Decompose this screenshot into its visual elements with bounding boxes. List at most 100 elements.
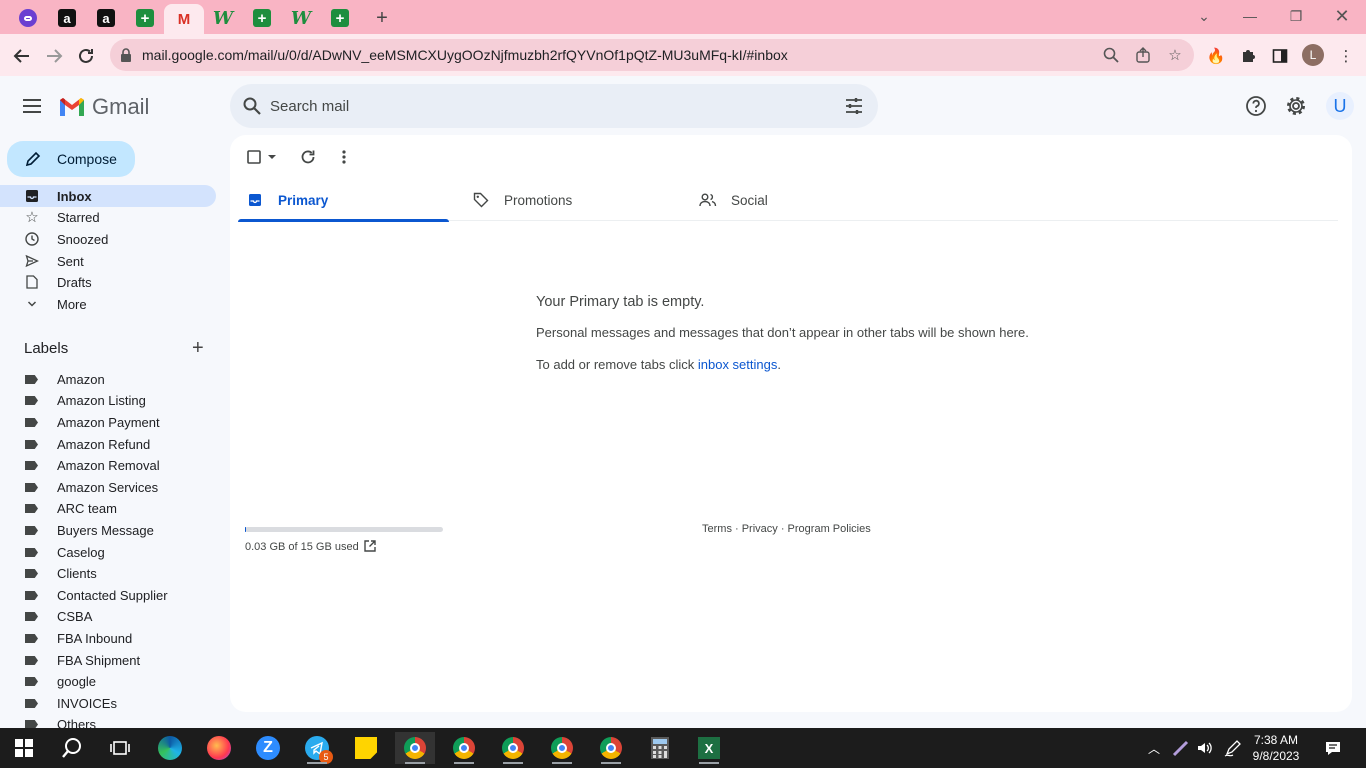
label-item[interactable]: Amazon Services	[0, 477, 216, 498]
close-window-button[interactable]: ✕	[1322, 4, 1362, 28]
nav-item-label: Drafts	[57, 274, 92, 290]
browser-tab[interactable]	[10, 4, 46, 32]
calculator-app[interactable]	[640, 732, 680, 764]
label-item[interactable]: Amazon Payment	[0, 412, 216, 433]
edge-app[interactable]	[150, 732, 190, 764]
chrome-app-window[interactable]	[493, 732, 533, 764]
nav-item-snoozed[interactable]: Snoozed	[0, 228, 216, 250]
label-item[interactable]: FBA Inbound	[0, 628, 216, 649]
browser-tab[interactable]: W	[205, 4, 241, 32]
fire-extension-icon[interactable]: 🔥	[1205, 45, 1227, 67]
open-external-icon[interactable]	[363, 539, 377, 553]
search-input[interactable]	[270, 94, 830, 118]
browser-profile-avatar[interactable]: L	[1302, 44, 1324, 66]
nav-item-inbox[interactable]: Inbox	[0, 185, 216, 207]
label-name: Amazon Refund	[57, 437, 151, 452]
label-item[interactable]: Contacted Supplier	[0, 585, 216, 606]
more-vertical-icon	[342, 150, 346, 164]
help-icon[interactable]	[1245, 95, 1267, 117]
chrome-app-window[interactable]	[591, 732, 631, 764]
label-name: Amazon Removal	[57, 458, 160, 473]
browser-tab[interactable]: +	[322, 4, 358, 32]
inbox-settings-link[interactable]: inbox settings	[698, 357, 778, 372]
label-item[interactable]: Amazon	[0, 369, 216, 390]
browser-tab[interactable]: W	[283, 4, 319, 32]
bookmark-star-icon[interactable]: ☆	[1166, 46, 1184, 64]
browser-tab-active[interactable]: M	[164, 4, 204, 34]
telegram-app[interactable]: 5	[297, 732, 337, 764]
select-all-checkbox[interactable]	[246, 147, 278, 167]
main-menu-icon[interactable]	[20, 94, 44, 118]
label-item[interactable]: Caselog	[0, 542, 216, 563]
excel-app[interactable]: X	[689, 732, 729, 764]
nav-item-sent[interactable]: Sent	[0, 250, 216, 272]
forward-button[interactable]	[41, 43, 67, 69]
chrome-app-window[interactable]	[542, 732, 582, 764]
restore-button[interactable]: ❐	[1276, 4, 1316, 28]
tab-social[interactable]: Social	[691, 179, 902, 221]
search-icon[interactable]	[242, 96, 262, 116]
label-icon	[25, 677, 38, 686]
browser-tab[interactable]: a	[88, 4, 124, 32]
share-icon[interactable]	[1134, 46, 1152, 64]
label-item[interactable]: Amazon Listing	[0, 390, 216, 411]
refresh-button[interactable]	[298, 147, 318, 167]
firefox-app[interactable]	[199, 732, 239, 764]
zoom-app[interactable]: Z	[248, 732, 288, 764]
label-item[interactable]: ARC team	[0, 498, 216, 519]
task-view-button[interactable]	[100, 732, 140, 764]
label-name: Clients	[57, 566, 97, 581]
zoom-icon[interactable]	[1102, 46, 1120, 64]
storage-usage-bar	[245, 527, 443, 532]
more-options-button[interactable]	[334, 147, 354, 167]
tag-icon	[472, 191, 490, 209]
label-item[interactable]: Buyers Message	[0, 520, 216, 541]
add-label-button[interactable]: +	[192, 338, 208, 358]
back-button[interactable]	[9, 43, 35, 69]
nav-item-more[interactable]: More	[0, 293, 216, 315]
chrome-menu-icon[interactable]: ⋮	[1335, 45, 1357, 67]
notifications-icon[interactable]	[1324, 728, 1342, 768]
volume-icon[interactable]	[1196, 728, 1214, 768]
tab-label: Social	[731, 192, 768, 208]
gmail-logo[interactable]: Gmail	[58, 94, 149, 120]
hint-prefix: To add or remove tabs click	[536, 357, 698, 372]
label-item[interactable]: Amazon Refund	[0, 434, 216, 455]
footer-links[interactable]: Terms · Privacy · Program Policies	[702, 523, 871, 535]
tab-search-icon[interactable]: ⌄	[1184, 4, 1224, 28]
side-panel-icon[interactable]	[1269, 45, 1291, 67]
browser-tab[interactable]: +	[127, 4, 163, 32]
label-item[interactable]: CSBA	[0, 606, 216, 627]
browser-tab[interactable]: a	[49, 4, 85, 32]
minimize-button[interactable]: —	[1230, 4, 1270, 28]
taskbar-clock[interactable]: 7:38 AM 9/8/2023	[1246, 732, 1306, 764]
search-options-icon[interactable]	[844, 96, 864, 116]
tab-promotions[interactable]: Promotions	[464, 179, 675, 221]
settings-gear-icon[interactable]	[1285, 95, 1307, 117]
address-bar[interactable]: mail.google.com/mail/u/0/d/ADwNV_eeMSMCX…	[110, 39, 1194, 71]
label-item[interactable]: Amazon Removal	[0, 455, 216, 476]
nav-item-starred[interactable]: ☆ Starred	[0, 206, 216, 228]
new-tab-button[interactable]: +	[370, 6, 394, 30]
taskbar-search-button[interactable]	[52, 732, 92, 764]
label-item[interactable]: google	[0, 671, 216, 692]
chrome-icon	[453, 737, 475, 759]
extensions-puzzle-icon[interactable]	[1237, 45, 1259, 67]
label-item[interactable]: INVOICEs	[0, 693, 216, 714]
nav-item-drafts[interactable]: Drafts	[0, 271, 216, 293]
browser-tab[interactable]: +	[244, 4, 280, 32]
account-avatar[interactable]: U	[1326, 92, 1354, 120]
tab-primary[interactable]: Primary	[238, 179, 449, 222]
label-item[interactable]: Clients	[0, 563, 216, 584]
chrome-app-window[interactable]	[444, 732, 484, 764]
show-hidden-icons-button[interactable]: ︿	[1148, 728, 1160, 768]
pen-workspace-icon[interactable]	[1224, 728, 1242, 768]
pen-tray-icon[interactable]	[1172, 728, 1190, 768]
label-icon	[25, 656, 38, 665]
reload-button[interactable]	[73, 43, 99, 69]
chrome-app-window[interactable]	[395, 732, 435, 764]
label-item[interactable]: FBA Shipment	[0, 650, 216, 671]
sticky-notes-app[interactable]	[346, 732, 386, 764]
windows-start-button[interactable]	[4, 732, 44, 764]
compose-button[interactable]: Compose	[7, 141, 135, 177]
